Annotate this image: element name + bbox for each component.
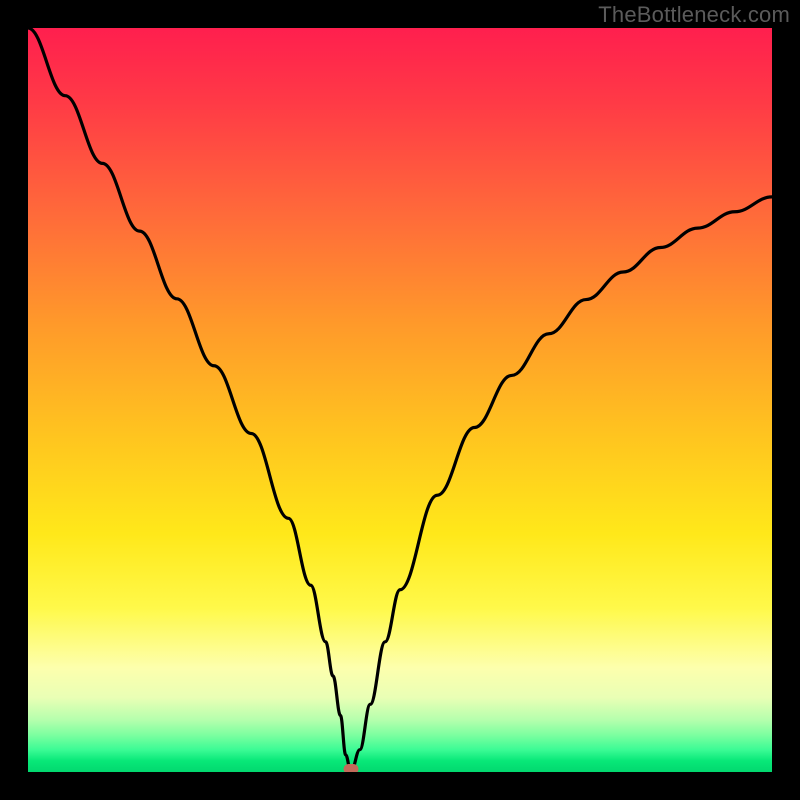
curve-svg bbox=[28, 28, 772, 772]
chart-frame: TheBottleneck.com bbox=[0, 0, 800, 800]
plot-area bbox=[28, 28, 772, 772]
watermark-text: TheBottleneck.com bbox=[598, 2, 790, 28]
optimal-point-marker bbox=[343, 764, 358, 772]
bottleneck-curve-path bbox=[28, 28, 772, 772]
